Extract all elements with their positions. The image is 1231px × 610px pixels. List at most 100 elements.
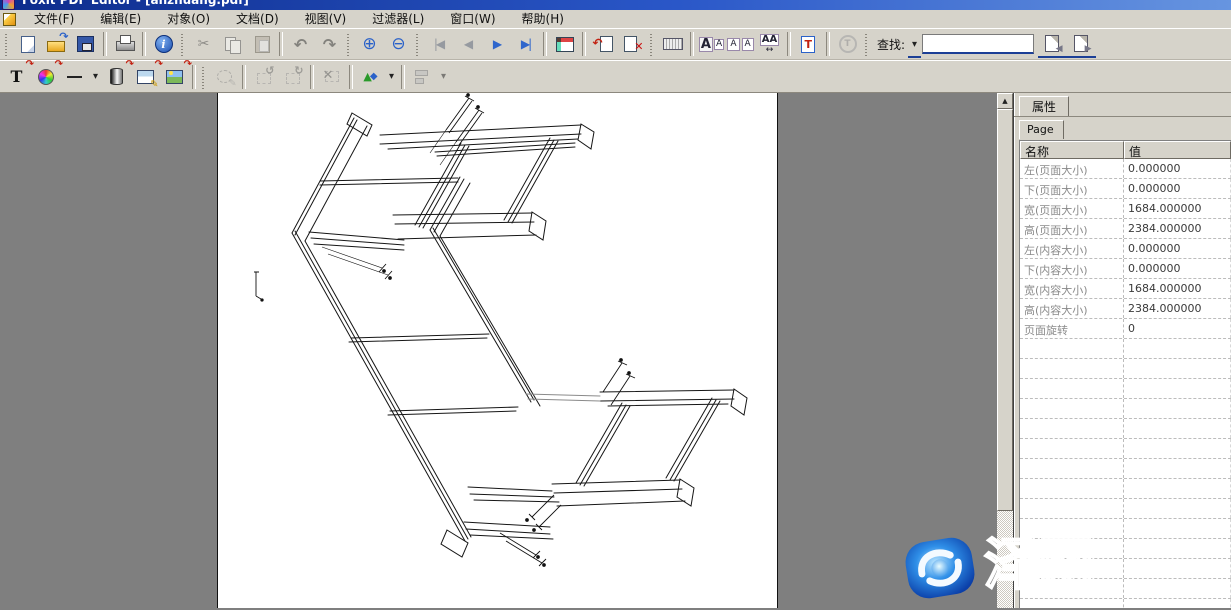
open-document-button[interactable] xyxy=(42,31,71,58)
menu-item-4[interactable]: 文档(D) xyxy=(223,10,292,28)
delete-page-button[interactable] xyxy=(618,31,647,58)
scroll-up-button[interactable]: ▲ xyxy=(997,93,1013,109)
menu-item-5[interactable]: 视图(V) xyxy=(292,10,360,28)
property-value[interactable] xyxy=(1124,339,1231,358)
zoom-out-button[interactable] xyxy=(384,31,413,58)
property-value[interactable] xyxy=(1124,559,1231,578)
property-value[interactable] xyxy=(1124,479,1231,498)
property-value[interactable]: 0.000000 xyxy=(1124,239,1231,258)
property-value[interactable]: 1684.000000 xyxy=(1124,279,1231,298)
find-next-button[interactable] xyxy=(1067,31,1096,58)
property-value[interactable]: 0.000000 xyxy=(1124,159,1231,178)
property-row[interactable] xyxy=(1020,539,1231,559)
property-value[interactable]: 0 xyxy=(1124,319,1231,338)
property-value[interactable] xyxy=(1124,519,1231,538)
property-row[interactable] xyxy=(1020,479,1231,499)
add-page-text-button[interactable] xyxy=(794,31,823,58)
menu-item-8[interactable]: 帮助(H) xyxy=(509,10,577,28)
property-row[interactable] xyxy=(1020,439,1231,459)
menu-item-1[interactable]: 文件(F) xyxy=(21,10,87,28)
last-page-button[interactable] xyxy=(511,31,540,58)
add-text-object-button[interactable]: ↷ xyxy=(2,63,31,90)
toolbar-gripper[interactable] xyxy=(180,32,187,56)
insert-page-button[interactable] xyxy=(589,31,618,58)
property-value[interactable]: 2384.000000 xyxy=(1124,299,1231,318)
toolbar-gripper[interactable] xyxy=(201,65,208,89)
property-row[interactable] xyxy=(1020,499,1231,519)
property-row[interactable] xyxy=(1020,379,1231,399)
add-image-button[interactable]: ↷ xyxy=(160,63,189,90)
property-row[interactable]: 页面旋转0 xyxy=(1020,319,1231,339)
property-row[interactable]: 高(内容大小)2384.000000 xyxy=(1020,299,1231,319)
shape-dropdown-button[interactable] xyxy=(385,63,398,90)
property-value[interactable] xyxy=(1124,539,1231,558)
property-row[interactable]: 宽(页面大小)1684.000000 xyxy=(1020,199,1231,219)
property-value[interactable] xyxy=(1124,379,1231,398)
add-shading-button[interactable]: ↷ xyxy=(102,63,131,90)
toolbar-gripper[interactable] xyxy=(4,32,11,56)
pdf-page[interactable] xyxy=(217,93,778,608)
property-value[interactable] xyxy=(1124,419,1231,438)
find-input[interactable] xyxy=(923,38,1033,55)
edit-image-button[interactable]: ↷ xyxy=(131,63,160,90)
property-row[interactable]: 左(页面大小)0.000000 xyxy=(1020,159,1231,179)
property-row[interactable]: 左(内容大小)0.000000 xyxy=(1020,239,1231,259)
property-row[interactable] xyxy=(1020,419,1231,439)
property-row[interactable] xyxy=(1020,359,1231,379)
property-row[interactable] xyxy=(1020,559,1231,579)
page-tab[interactable]: Page xyxy=(1019,120,1064,139)
canvas[interactable] xyxy=(0,93,997,608)
menu-item-6[interactable]: 过滤器(L) xyxy=(359,10,437,28)
property-row[interactable]: 高(页面大小)2384.000000 xyxy=(1020,219,1231,239)
property-row[interactable]: 下(内容大小)0.000000 xyxy=(1020,259,1231,279)
property-value[interactable]: 2384.000000 xyxy=(1124,219,1231,238)
menu-item-7[interactable]: 窗口(W) xyxy=(437,10,508,28)
add-color-object-button[interactable]: ↷ xyxy=(31,63,60,90)
property-value[interactable] xyxy=(1124,359,1231,378)
property-value[interactable] xyxy=(1124,599,1231,608)
document-window-icon[interactable] xyxy=(3,13,16,26)
property-value[interactable]: 1684.000000 xyxy=(1124,199,1231,218)
column-header-value[interactable]: 值 xyxy=(1124,141,1231,159)
print-button[interactable] xyxy=(110,31,139,58)
next-page-button[interactable] xyxy=(482,31,511,58)
property-value[interactable] xyxy=(1124,399,1231,418)
toolbar-gripper[interactable] xyxy=(864,32,871,56)
vertical-scrollbar[interactable]: ▲ xyxy=(997,93,1013,608)
property-row[interactable]: 宽(内容大小)1684.000000 xyxy=(1020,279,1231,299)
column-header-name[interactable]: 名称 xyxy=(1020,141,1124,159)
font-compare-tool-button[interactable] xyxy=(726,31,755,58)
property-value[interactable]: 0.000000 xyxy=(1124,179,1231,198)
property-row[interactable] xyxy=(1020,459,1231,479)
property-value[interactable]: 0.000000 xyxy=(1124,259,1231,278)
soft-keyboard-button[interactable] xyxy=(658,31,687,58)
properties-tab[interactable]: 属性 xyxy=(1019,96,1069,117)
property-row[interactable] xyxy=(1020,519,1231,539)
property-value[interactable] xyxy=(1124,499,1231,518)
font-size-tool-button[interactable] xyxy=(697,31,726,58)
toolbar-gripper[interactable] xyxy=(649,32,656,56)
find-dropdown-button[interactable] xyxy=(908,31,921,58)
property-value[interactable] xyxy=(1124,439,1231,458)
font-width-tool-button[interactable] xyxy=(755,31,784,58)
scroll-thumb[interactable] xyxy=(997,109,1013,511)
save-document-button[interactable] xyxy=(71,31,100,58)
first-page-button xyxy=(424,31,453,58)
line-style-dropdown-button[interactable] xyxy=(89,63,102,90)
property-row[interactable] xyxy=(1020,399,1231,419)
property-row[interactable] xyxy=(1020,579,1231,599)
property-value[interactable] xyxy=(1124,579,1231,598)
zoom-in-button[interactable] xyxy=(355,31,384,58)
property-row[interactable] xyxy=(1020,599,1231,608)
menu-item-2[interactable]: 编辑(E) xyxy=(87,10,154,28)
find-previous-button[interactable] xyxy=(1038,31,1067,58)
property-value[interactable] xyxy=(1124,459,1231,478)
property-row[interactable] xyxy=(1020,339,1231,359)
property-row[interactable]: 下(页面大小)0.000000 xyxy=(1020,179,1231,199)
new-document-button[interactable] xyxy=(13,31,42,58)
page-layout-button[interactable] xyxy=(550,31,579,58)
toolbar-gripper[interactable] xyxy=(415,32,422,56)
document-info-button[interactable] xyxy=(149,31,178,58)
toolbar-gripper[interactable] xyxy=(346,32,353,56)
menu-item-3[interactable]: 对象(O) xyxy=(154,10,223,28)
